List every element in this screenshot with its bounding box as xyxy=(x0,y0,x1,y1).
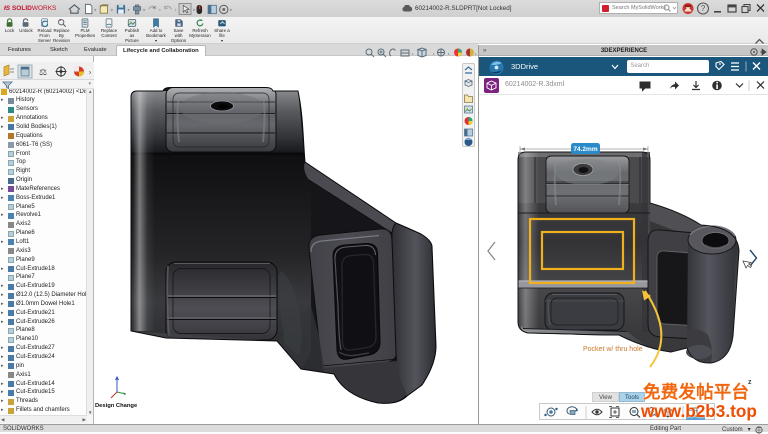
svg-text:74.2mm: 74.2mm xyxy=(573,146,597,153)
svg-text:Pocket w/ thru hole: Pocket w/ thru hole xyxy=(583,346,643,353)
svg-text:?: ? xyxy=(701,4,706,13)
svg-text:⚖: ⚖ xyxy=(39,67,47,77)
svg-text:›: › xyxy=(89,69,92,76)
